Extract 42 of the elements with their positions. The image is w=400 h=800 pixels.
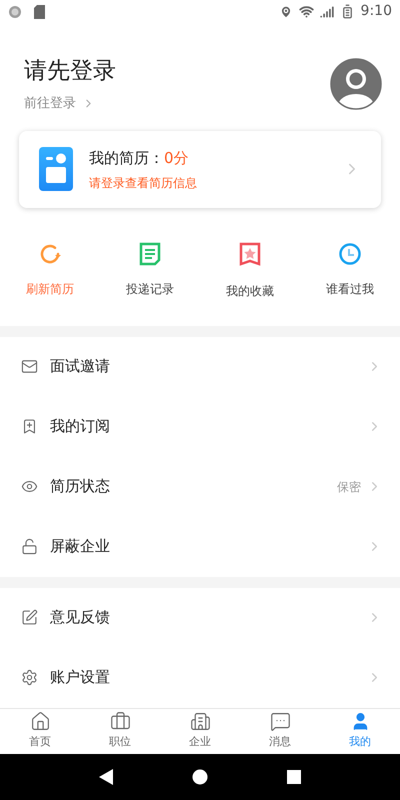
building-icon bbox=[190, 711, 210, 732]
signal-icon bbox=[320, 4, 334, 19]
menu-item[interactable]: 账户设置 bbox=[0, 648, 400, 708]
document-icon bbox=[139, 242, 161, 266]
settings-icon bbox=[21, 669, 38, 686]
avatar-icon[interactable] bbox=[330, 58, 382, 110]
mail-icon bbox=[21, 358, 38, 376]
recents-icon[interactable] bbox=[286, 770, 301, 784]
resume-card[interactable]: 我的简历：0分 请登录查看简历信息 bbox=[19, 131, 381, 208]
location-icon bbox=[278, 4, 293, 19]
login-title: 请先登录 bbox=[24, 56, 116, 86]
quick-action[interactable]: 投递记录 bbox=[100, 242, 200, 300]
edit-icon bbox=[21, 609, 38, 626]
menu-item[interactable]: 意见反馈 bbox=[0, 588, 400, 648]
lock-icon bbox=[21, 538, 38, 556]
menu-item[interactable]: 简历状态 保密 bbox=[0, 456, 400, 517]
menu-item[interactable]: 屏蔽企业 bbox=[0, 516, 400, 577]
badge-star-icon bbox=[239, 242, 261, 268]
tab[interactable]: 我的 bbox=[320, 708, 400, 754]
bookmark-icon bbox=[21, 418, 38, 436]
login-link[interactable]: 前往登录 bbox=[24, 94, 95, 114]
quick-action[interactable]: 谁看过我 bbox=[300, 242, 400, 300]
quick-action[interactable]: 我的收藏 bbox=[200, 242, 300, 300]
clock-icon bbox=[338, 242, 362, 266]
resume-label: 我的简历： bbox=[89, 148, 164, 170]
tab[interactable]: 企业 bbox=[160, 708, 240, 754]
tab[interactable]: 消息 bbox=[240, 708, 320, 754]
back-icon[interactable] bbox=[99, 768, 114, 785]
home-icon bbox=[30, 711, 50, 732]
sd-card-icon bbox=[34, 4, 45, 19]
resume-icon bbox=[39, 147, 73, 192]
home-button-icon[interactable] bbox=[192, 768, 208, 785]
tab[interactable]: 首页 bbox=[0, 708, 80, 754]
status-time: 9:10 bbox=[360, 2, 392, 22]
wifi-icon bbox=[298, 4, 314, 20]
status-circle-icon bbox=[8, 4, 22, 19]
menu-item[interactable]: 面试邀请 bbox=[0, 336, 400, 397]
resume-score: 0分 bbox=[164, 148, 189, 170]
menu-item[interactable]: 我的订阅 bbox=[0, 396, 400, 457]
tab[interactable]: 职位 bbox=[80, 708, 160, 754]
chat-icon bbox=[270, 711, 290, 732]
resume-hint: 请登录查看简历信息 bbox=[89, 174, 198, 192]
